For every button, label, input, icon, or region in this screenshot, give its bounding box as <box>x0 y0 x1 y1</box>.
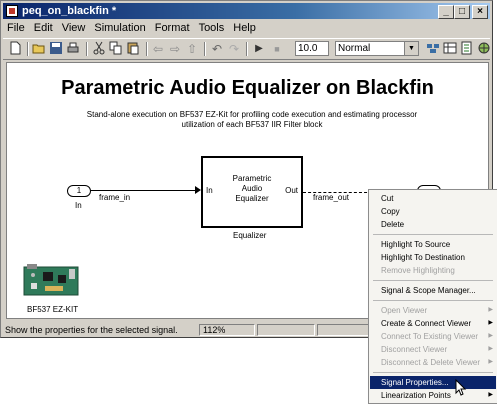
menu-item-disconnect-viewer[interactable]: Disconnect Viewer ▶ <box>370 343 496 356</box>
save-icon[interactable] <box>48 41 64 57</box>
back-icon[interactable]: ⇦ <box>150 41 166 57</box>
forward-icon[interactable]: ⇨ <box>167 41 183 57</box>
print-icon[interactable] <box>65 41 81 57</box>
open-icon[interactable] <box>31 41 47 57</box>
menu-separator <box>373 372 493 373</box>
undo-icon[interactable]: ↶ <box>209 41 225 57</box>
menu-edit[interactable]: Edit <box>30 20 58 37</box>
toolbar: ⇦ ⇨ ⇧ ↶ ↷ ▶ ■ 10.0 Normal ▼ <box>3 38 490 60</box>
menu-item-cut[interactable]: Cut <box>370 192 496 205</box>
menu-view[interactable]: View <box>58 20 91 37</box>
new-model-icon[interactable] <box>7 41 23 57</box>
model-description-line-1: Stand-alone execution on BF537 EZ-Kit fo… <box>86 110 418 119</box>
chevron-down-icon[interactable]: ▼ <box>404 42 418 55</box>
menu-item-create-connect-viewer[interactable]: Create & Connect Viewer ▶ <box>370 317 496 330</box>
zoom-level: 112% <box>199 324 255 336</box>
menu-separator <box>373 280 493 281</box>
model-explorer-icon[interactable] <box>459 41 475 57</box>
menu-item-connect-existing-viewer-label: Connect To Existing Viewer <box>381 332 479 341</box>
menu-bar: File Edit View Simulation Format Tools H… <box>3 20 490 37</box>
inport-name: In <box>75 201 82 210</box>
menu-item-highlight-to-source[interactable]: Highlight To Source <box>370 238 496 251</box>
menu-item-highlight-to-destination[interactable]: Highlight To Destination <box>370 251 496 264</box>
menu-item-connect-existing-viewer[interactable]: Connect To Existing Viewer ▶ <box>370 330 496 343</box>
title-bar[interactable]: peq_on_blackfin * _ □ × <box>3 3 490 19</box>
menu-item-disconnect-viewer-label: Disconnect Viewer <box>381 345 448 354</box>
menu-format[interactable]: Format <box>151 20 195 37</box>
window-title: peq_on_blackfin * <box>22 5 117 17</box>
status-cell-empty-1 <box>257 324 315 336</box>
copy-icon[interactable] <box>108 41 124 57</box>
block-text-line-1: Parametric <box>232 174 272 183</box>
library-browser-icon[interactable] <box>442 41 458 57</box>
menu-help[interactable]: Help <box>229 20 261 37</box>
up-icon[interactable]: ⇧ <box>184 41 200 57</box>
status-message: Show the properties for the selected sig… <box>5 325 178 335</box>
menu-item-linearization-points-label: Linearization Points <box>381 391 451 400</box>
model-description: Stand-alone execution on BF537 EZ-Kit fo… <box>67 110 437 130</box>
simulation-mode-select[interactable]: Normal ▼ <box>335 41 419 56</box>
paste-icon[interactable] <box>125 41 141 57</box>
menu-item-create-connect-viewer-label: Create & Connect Viewer <box>381 319 472 328</box>
signal-line-frame-in[interactable] <box>91 190 199 191</box>
maximize-button[interactable]: □ <box>454 5 470 19</box>
board-label: BF537 EZ-KIT <box>27 305 79 314</box>
signal-label-frame-out[interactable]: frame_out <box>313 193 349 202</box>
menu-item-delete[interactable]: Delete <box>370 218 496 231</box>
block-name[interactable]: Equalizer <box>233 231 266 240</box>
submenu-arrow-icon: ▶ <box>488 320 493 326</box>
menu-file[interactable]: File <box>3 20 30 37</box>
block-text-line-3: Equalizer <box>235 194 269 203</box>
cut-icon[interactable] <box>91 41 107 57</box>
menu-item-remove-highlighting[interactable]: Remove Highlighting <box>370 264 496 277</box>
signal-label-frame-in[interactable]: frame_in <box>99 193 130 202</box>
menu-item-disconnect-delete-viewer-label: Disconnect & Delete Viewer <box>381 358 481 367</box>
simulation-mode-value: Normal <box>338 43 371 54</box>
submenu-arrow-icon: ▶ <box>488 307 493 313</box>
mouse-cursor-icon <box>455 378 467 397</box>
stop-time-input[interactable]: 10.0 <box>295 41 329 56</box>
build-icon[interactable] <box>425 41 441 57</box>
status-cell-empty-2 <box>317 324 371 336</box>
redo-icon[interactable]: ↷ <box>226 41 242 57</box>
debug-icon[interactable] <box>476 41 492 57</box>
menu-tools[interactable]: Tools <box>195 20 230 37</box>
menu-simulation[interactable]: Simulation <box>90 20 150 37</box>
submenu-arrow-icon: ▶ <box>488 392 493 398</box>
minimize-button[interactable]: _ <box>438 5 454 19</box>
model-title: Parametric Audio Equalizer on Blackfin <box>61 77 434 99</box>
simulink-app-icon[interactable] <box>6 5 18 17</box>
submenu-arrow-icon: ▶ <box>488 333 493 339</box>
inport-number: 1 <box>76 186 82 195</box>
menu-item-copy[interactable]: Copy <box>370 205 496 218</box>
signal-context-menu: Cut Copy Delete Highlight To Source High… <box>368 189 497 404</box>
submenu-arrow-icon: ▶ <box>488 359 493 365</box>
menu-item-open-viewer[interactable]: Open Viewer ▶ <box>370 304 496 317</box>
start-simulation-icon[interactable]: ▶ <box>251 41 267 57</box>
block-port-in-label: In <box>206 186 213 195</box>
menu-item-signal-scope-manager[interactable]: Signal & Scope Manager... <box>370 284 496 297</box>
submenu-arrow-icon: ▶ <box>488 346 493 352</box>
equalizer-block[interactable]: Parametric Audio Equalizer In Out <box>201 156 303 228</box>
menu-separator <box>373 234 493 235</box>
menu-item-linearization-points[interactable]: Linearization Points ▶ <box>370 389 496 402</box>
menu-separator <box>373 300 493 301</box>
inport-block[interactable]: 1 <box>67 185 91 197</box>
menu-item-open-viewer-label: Open Viewer <box>381 306 428 315</box>
menu-item-signal-properties[interactable]: Signal Properties... <box>370 376 496 389</box>
model-description-line-2: utilization of each BF537 IIR Filter blo… <box>181 120 323 129</box>
close-button[interactable]: × <box>472 5 488 19</box>
stop-simulation-icon[interactable]: ■ <box>269 41 285 57</box>
menu-item-disconnect-delete-viewer[interactable]: Disconnect & Delete Viewer ▶ <box>370 356 496 369</box>
block-port-out-label: Out <box>285 186 298 195</box>
bf537-board-image[interactable] <box>23 263 79 297</box>
